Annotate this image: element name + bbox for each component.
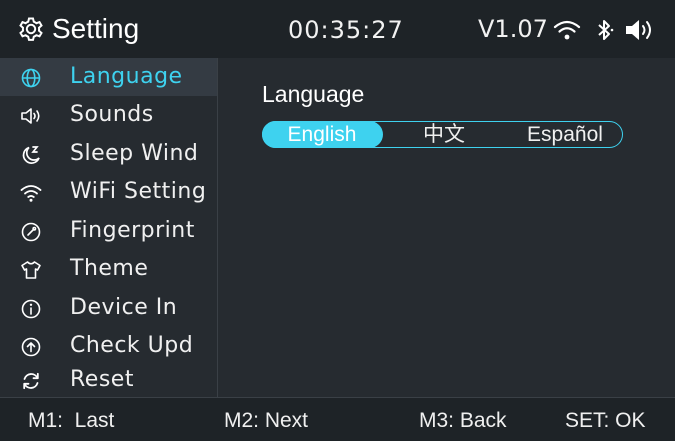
m3-back-hint[interactable]: M3: Back bbox=[419, 409, 507, 433]
title-text: Setting bbox=[52, 13, 140, 44]
volume-icon bbox=[626, 20, 651, 40]
settings-sidebar: Language Sounds Sleep Wind WiFi Setting … bbox=[0, 58, 218, 397]
speaker-icon bbox=[21, 108, 40, 124]
sidebar-item-label: Language bbox=[70, 64, 183, 89]
status-bar: Setting 00:35:27 V1.07 bbox=[0, 0, 675, 58]
gear-icon bbox=[19, 17, 43, 41]
globe-icon bbox=[21, 68, 41, 88]
sidebar-item-fingerprint[interactable]: Fingerprint bbox=[0, 212, 217, 250]
sidebar-item-device-info[interactable]: Device In bbox=[0, 289, 217, 327]
sidebar-item-label: Sleep Wind bbox=[70, 141, 199, 166]
page-title: Setting bbox=[16, 11, 139, 47]
sidebar-item-sleep[interactable]: Sleep Wind bbox=[0, 135, 217, 173]
language-option-chinese[interactable]: 中文 bbox=[389, 121, 499, 148]
settings-screen: Setting 00:35:27 V1.07 Language Sounds S… bbox=[0, 0, 675, 441]
moon-sleep-icon bbox=[22, 146, 40, 164]
set-ok-hint[interactable]: SET: OK bbox=[565, 409, 646, 433]
language-selector: English 中文 Español bbox=[261, 120, 623, 148]
clock: 00:35:27 bbox=[288, 16, 404, 44]
sidebar-item-label: WiFi Setting bbox=[70, 179, 207, 204]
sidebar-item-label: Device In bbox=[70, 295, 178, 320]
status-icons bbox=[552, 15, 658, 45]
sidebar-item-label: Fingerprint bbox=[70, 218, 195, 243]
m1-last-hint[interactable]: M1: Last bbox=[28, 409, 114, 433]
fingerprint-icon bbox=[21, 222, 41, 242]
sidebar-item-wifi[interactable]: WiFi Setting bbox=[0, 173, 217, 211]
shirt-icon bbox=[21, 261, 41, 279]
wifi-icon bbox=[553, 20, 581, 40]
sidebar-item-language[interactable]: Language bbox=[0, 58, 217, 96]
language-panel: Language English 中文 Español bbox=[218, 58, 675, 397]
reset-icon bbox=[23, 372, 39, 390]
section-title: Language bbox=[262, 81, 365, 107]
sidebar-item-sounds[interactable]: Sounds bbox=[0, 96, 217, 134]
version-label: V1.07 bbox=[478, 15, 548, 43]
sidebar-item-check-update[interactable]: Check Upd bbox=[0, 327, 217, 365]
sidebar-item-reset[interactable]: Reset bbox=[0, 361, 217, 399]
info-icon bbox=[21, 299, 41, 319]
wifi-icon bbox=[20, 185, 42, 202]
sidebar-item-label: Reset bbox=[70, 367, 134, 392]
sidebar-item-label: Theme bbox=[70, 256, 149, 281]
m2-next-hint[interactable]: M2: Next bbox=[224, 409, 308, 433]
upload-icon bbox=[21, 337, 41, 357]
language-option-english[interactable]: English bbox=[261, 120, 383, 148]
key-hint-bar: M1: Last M2: Next M3: Back SET: OK bbox=[0, 397, 675, 441]
bluetooth-icon bbox=[598, 20, 614, 40]
sidebar-item-theme[interactable]: Theme bbox=[0, 250, 217, 288]
sidebar-item-label: Sounds bbox=[70, 102, 154, 127]
sidebar-item-label: Check Upd bbox=[70, 333, 194, 358]
language-option-spanish[interactable]: Español bbox=[509, 121, 621, 148]
